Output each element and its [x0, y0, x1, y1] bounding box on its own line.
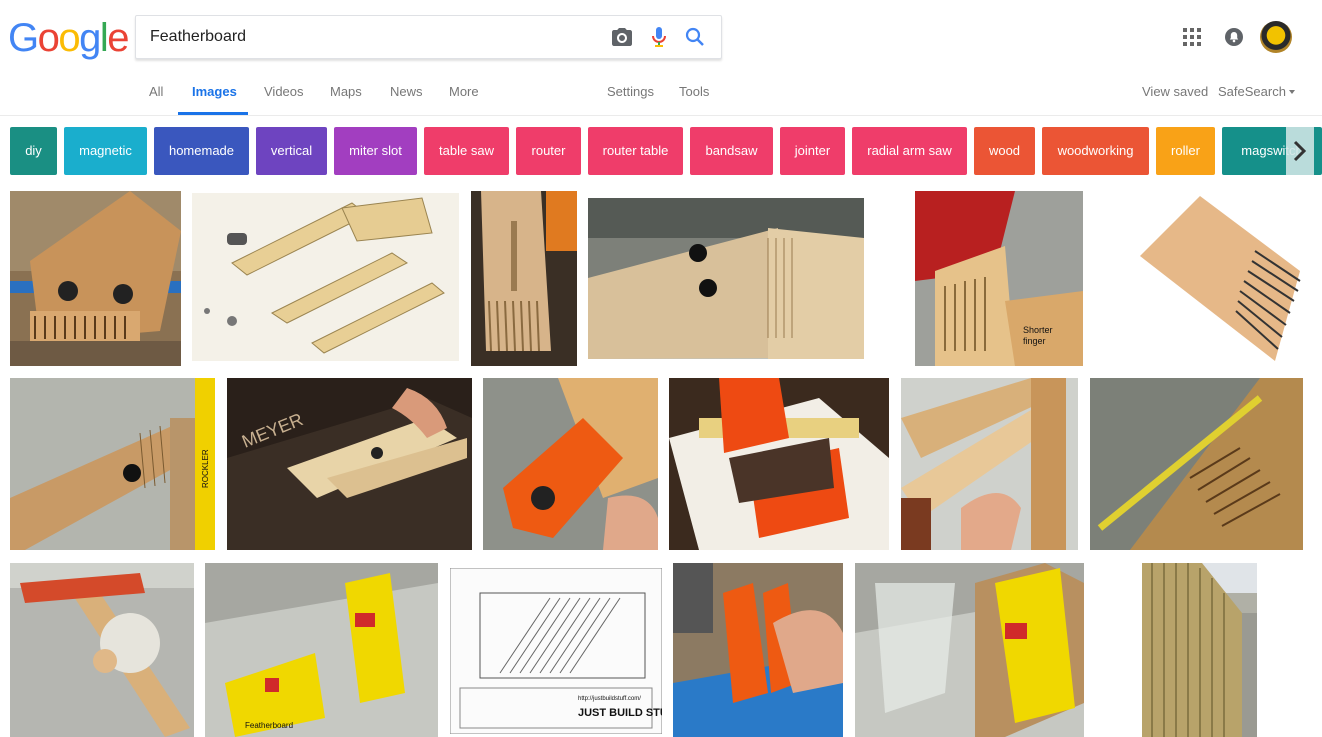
- google-logo[interactable]: Google: [8, 14, 129, 62]
- chip[interactable]: magnetic: [64, 127, 147, 175]
- image-caption: Shorter: [1023, 325, 1053, 335]
- chip[interactable]: router table: [588, 127, 683, 175]
- image-result[interactable]: [471, 191, 577, 366]
- safesearch-menu[interactable]: SafeSearch: [1218, 84, 1295, 99]
- chip[interactable]: table saw: [424, 127, 509, 175]
- tab-tools[interactable]: Tools: [679, 84, 709, 116]
- chip[interactable]: wood: [974, 127, 1035, 175]
- image-result[interactable]: Shorter finger: [915, 191, 1083, 366]
- tab-all[interactable]: All: [149, 84, 163, 116]
- image-caption: ROCKLER: [201, 449, 210, 488]
- image-result[interactable]: [10, 563, 194, 737]
- chips-next-button[interactable]: [1286, 127, 1314, 175]
- chip[interactable]: homemade: [154, 127, 249, 175]
- related-chips-bar: diy magnetic homemade vertical miter slo…: [0, 127, 1322, 176]
- image-caption: http://justbuildstuff.com/: [578, 696, 641, 702]
- image-result[interactable]: [483, 378, 658, 550]
- tab-settings[interactable]: Settings: [607, 84, 654, 116]
- image-result[interactable]: Featherboard: [205, 563, 438, 737]
- apps-grid-icon[interactable]: [1183, 28, 1201, 46]
- safesearch-label: SafeSearch: [1218, 84, 1286, 99]
- active-tab-indicator: [178, 112, 248, 115]
- tab-news[interactable]: News: [390, 84, 423, 116]
- chip[interactable]: radial arm saw: [852, 127, 967, 175]
- chip[interactable]: jointer: [780, 127, 845, 175]
- chip[interactable]: diy: [10, 127, 57, 175]
- logo-letter: o: [37, 16, 60, 60]
- chip[interactable]: vertical: [256, 127, 327, 175]
- header: Google All Images Videos Maps News More …: [0, 0, 1322, 116]
- image-result[interactable]: [855, 563, 1084, 737]
- tab-more[interactable]: More: [449, 84, 479, 116]
- notifications-icon[interactable]: [1224, 27, 1244, 47]
- image-result[interactable]: [901, 378, 1078, 550]
- logo-letter: o: [58, 16, 80, 60]
- image-result[interactable]: ROCKLER: [10, 378, 215, 550]
- search-input[interactable]: [150, 16, 600, 58]
- image-result[interactable]: [669, 378, 889, 550]
- camera-icon[interactable]: [610, 25, 634, 49]
- image-caption: JUST BUILD STUFF: [578, 707, 662, 719]
- chip[interactable]: roller: [1156, 127, 1215, 175]
- image-result[interactable]: [192, 193, 459, 361]
- caret-down-icon: [1288, 90, 1295, 94]
- tab-maps[interactable]: Maps: [330, 84, 362, 116]
- image-result[interactable]: [10, 191, 181, 366]
- chip[interactable]: woodworking: [1042, 127, 1149, 175]
- image-result[interactable]: [673, 563, 843, 737]
- logo-letter: G: [8, 16, 39, 60]
- tab-videos[interactable]: Videos: [264, 84, 304, 116]
- chip[interactable]: bandsaw: [690, 127, 773, 175]
- search-box: [135, 15, 722, 59]
- search-icon[interactable]: [683, 25, 707, 49]
- image-caption: finger: [1023, 336, 1046, 346]
- image-result[interactable]: MEYER: [227, 378, 472, 550]
- chevron-right-icon: [1293, 140, 1307, 162]
- logo-letter: l: [99, 16, 109, 60]
- chip[interactable]: miter slot: [334, 127, 417, 175]
- view-saved-link[interactable]: View saved: [1142, 84, 1208, 99]
- image-result[interactable]: [1142, 563, 1257, 737]
- chip[interactable]: router: [516, 127, 581, 175]
- logo-letter: e: [107, 16, 129, 60]
- image-caption: Featherboard: [245, 721, 293, 730]
- microphone-icon[interactable]: [647, 25, 671, 49]
- image-result[interactable]: [1130, 191, 1302, 366]
- image-result[interactable]: http://justbuildstuff.com/ JUST BUILD ST…: [450, 568, 662, 734]
- image-result[interactable]: [1090, 378, 1303, 550]
- logo-letter: g: [79, 16, 101, 60]
- image-result[interactable]: [588, 198, 864, 359]
- avatar[interactable]: [1260, 21, 1292, 53]
